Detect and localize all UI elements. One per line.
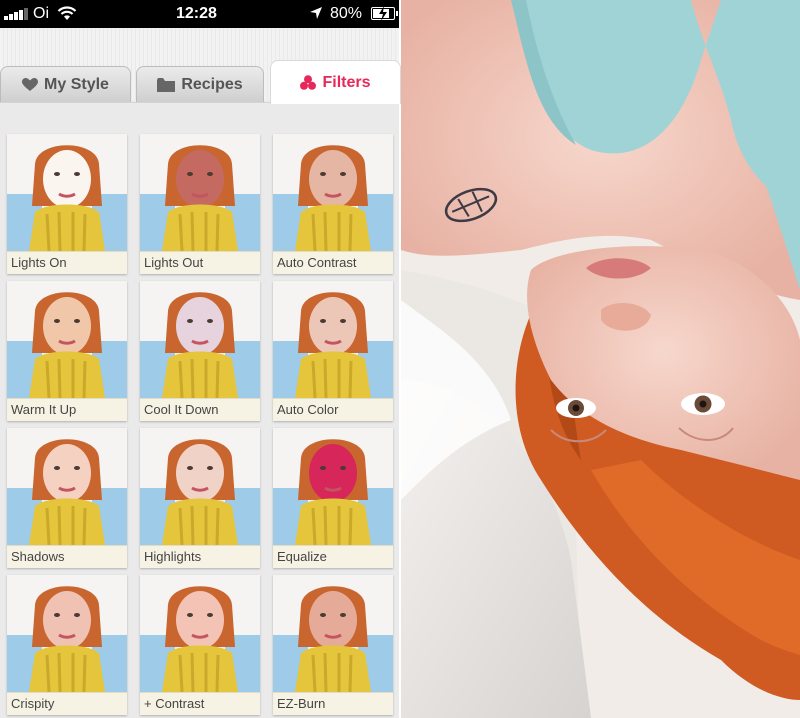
tab-my-style-label: My Style (44, 75, 109, 93)
filter-grid: Lights On Lights Out Auto Contrast Warm It … (0, 102, 401, 718)
filter-thumbnail (140, 575, 260, 692)
filter-tile[interactable]: Lights On (7, 134, 127, 274)
filter-tile[interactable]: Highlights (140, 428, 260, 568)
phone-screen: Oi 12:28 80% My Style Recipes Filters Li… (0, 0, 401, 718)
filter-label: Cool It Down (140, 398, 260, 421)
filter-label: Lights On (7, 251, 127, 274)
filters-icon (300, 75, 317, 90)
filter-label: Crispity (7, 692, 127, 715)
filter-label: + Contrast (140, 692, 260, 715)
filter-thumbnail (7, 575, 127, 692)
filter-label: Auto Contrast (273, 251, 393, 274)
filter-thumbnail (7, 428, 127, 545)
filter-tile[interactable]: Cool It Down (140, 281, 260, 421)
filter-thumbnail (273, 575, 393, 692)
tab-my-style[interactable]: My Style (0, 66, 131, 102)
filter-tile[interactable]: Auto Color (273, 281, 393, 421)
selfie-photo (401, 0, 800, 718)
filter-tile[interactable]: Auto Contrast (273, 134, 393, 274)
filter-tile[interactable]: + Contrast (140, 575, 260, 715)
tab-recipes-label: Recipes (181, 75, 243, 93)
status-bar: Oi 12:28 80% (0, 0, 401, 28)
filter-label: Warm It Up (7, 398, 127, 421)
filter-thumbnail (273, 428, 393, 545)
filter-tile[interactable]: EZ-Burn (273, 575, 393, 715)
location-arrow-icon (310, 7, 322, 19)
tab-filters-label: Filters (322, 73, 371, 91)
filter-thumbnail (7, 134, 127, 251)
filter-tile[interactable]: Shadows (7, 428, 127, 568)
folder-icon (157, 77, 176, 92)
carrier-name: Oi (33, 5, 49, 22)
battery-percent: 80% (330, 5, 363, 22)
filter-tile[interactable]: Warm It Up (7, 281, 127, 421)
filter-thumbnail (140, 281, 260, 398)
filter-label: Highlights (140, 545, 260, 568)
filter-tile[interactable]: Equalize (273, 428, 393, 568)
filter-thumbnail (273, 134, 393, 251)
filter-label: Shadows (7, 545, 127, 568)
wifi-icon (57, 6, 77, 20)
signal-bars-icon (4, 8, 30, 20)
filter-label: EZ-Burn (273, 692, 393, 715)
tab-filters[interactable]: Filters (270, 60, 401, 104)
filter-thumbnail (140, 428, 260, 545)
filter-tile[interactable]: Crispity (7, 575, 127, 715)
filter-thumbnail (140, 134, 260, 251)
filter-tile[interactable]: Lights Out (140, 134, 260, 274)
clock: 12:28 (176, 5, 217, 22)
photo-preview[interactable] (401, 0, 800, 718)
tab-recipes[interactable]: Recipes (136, 66, 264, 102)
heart-icon (22, 77, 39, 92)
filter-thumbnail (7, 281, 127, 398)
filter-label: Lights Out (140, 251, 260, 274)
filter-label: Auto Color (273, 398, 393, 421)
battery-charging-icon (371, 6, 398, 21)
filter-label: Equalize (273, 545, 393, 568)
filter-thumbnail (273, 281, 393, 398)
